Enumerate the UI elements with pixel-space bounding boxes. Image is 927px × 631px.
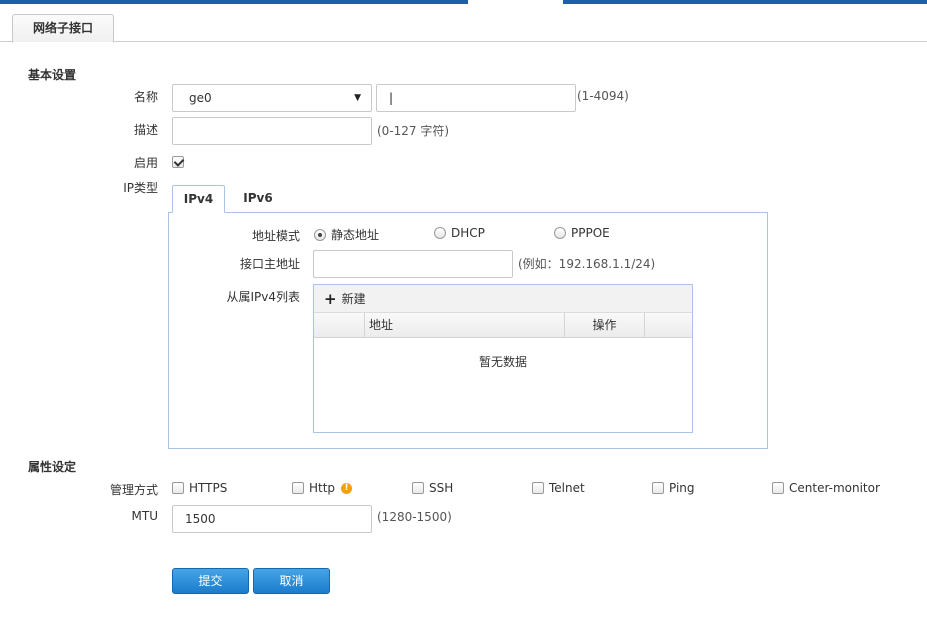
mgmt-center-monitor[interactable]: Center-monitor [772, 481, 880, 495]
attribute-settings-title: 属性设定 [28, 460, 77, 474]
vlan-id-input[interactable]: | [376, 84, 576, 112]
checkbox-icon [172, 482, 184, 494]
caret-down-icon: ▼ [354, 93, 361, 103]
radio-dhcp[interactable]: DHCP [434, 226, 485, 240]
submit-button[interactable]: 提交 [172, 568, 249, 594]
description-label: 描述 [133, 123, 158, 137]
vlan-id-value: | [389, 91, 394, 105]
mgmt-http[interactable]: Http! [292, 481, 353, 495]
mgmt-https[interactable]: HTTPS [172, 481, 227, 495]
cancel-button[interactable]: 取消 [253, 568, 330, 594]
mgmt-https-label: HTTPS [189, 481, 228, 495]
warning-icon[interactable]: ! [341, 482, 353, 494]
secondary-list-label: 从属IPv4列表 [226, 290, 300, 304]
mgmt-http-label: Http [309, 481, 336, 495]
radio-dhcp-label: DHCP [451, 226, 485, 240]
radio-icon [314, 228, 326, 241]
interface-select[interactable]: ge0 ▼ [172, 84, 372, 112]
mgmt-center-monitor-label: Center-monitor [789, 481, 880, 495]
mgmt-ssh[interactable]: SSH [412, 481, 453, 495]
management-label: 管理方式 [109, 483, 158, 497]
table-header: 地址 操作 [314, 313, 692, 338]
checkbox-icon [532, 482, 544, 494]
mtu-label: MTU [131, 509, 158, 523]
secondary-ipv4-table: + 新建 地址 操作 暂无数据 [313, 284, 693, 433]
main-address-hint: (例如：192.168.1.1/24) [518, 257, 656, 271]
checkbox-icon [652, 482, 664, 494]
new-button[interactable]: + 新建 [324, 290, 366, 308]
tab-subinterface[interactable]: 网络子接口 [12, 14, 114, 43]
ip-type-label: IP类型 [123, 181, 158, 195]
new-button-label: 新建 [341, 292, 366, 306]
description-hint: (0-127 字符) [377, 124, 450, 138]
checkbox-icon [292, 482, 304, 494]
radio-pppoe-label: PPPOE [571, 226, 610, 240]
description-input[interactable] [172, 117, 372, 145]
tab-ipv4[interactable]: IPv4 [172, 185, 225, 213]
address-column-header: 地址 [365, 313, 565, 337]
mgmt-ping[interactable]: Ping [652, 481, 695, 495]
action-column-header: 操作 [565, 313, 645, 337]
checkbox-icon [772, 482, 784, 494]
radio-static-label: 静态地址 [331, 228, 380, 242]
vlan-id-hint: (1-4094) [577, 89, 629, 103]
empty-data-text: 暂无数据 [478, 355, 527, 369]
enable-label: 启用 [133, 156, 158, 170]
mgmt-ping-label: Ping [669, 481, 695, 495]
main-address-label: 接口主地址 [239, 257, 300, 271]
table-toolbar: + 新建 [314, 285, 692, 313]
select-column-header [314, 313, 365, 337]
name-label: 名称 [133, 90, 158, 104]
main-address-input[interactable] [313, 250, 513, 278]
enable-checkbox[interactable] [172, 155, 184, 168]
plus-icon: + [324, 289, 337, 308]
mgmt-ssh-label: SSH [429, 481, 454, 495]
page-tab-strip: 网络子接口 [0, 0, 927, 43]
radio-icon [554, 227, 566, 239]
address-mode-label: 地址模式 [251, 229, 300, 243]
radio-static[interactable]: 静态地址 [314, 226, 379, 243]
mtu-input[interactable]: 1500 [172, 505, 372, 533]
interface-select-value: ge0 [189, 91, 212, 105]
checkbox-icon [412, 482, 424, 494]
radio-icon [434, 227, 446, 239]
mgmt-telnet-label: Telnet [549, 481, 585, 495]
mtu-hint: (1280-1500) [377, 510, 452, 524]
mgmt-telnet[interactable]: Telnet [532, 481, 585, 495]
basic-settings-title: 基本设置 [28, 68, 77, 82]
radio-pppoe[interactable]: PPPOE [554, 226, 610, 240]
tab-ipv6[interactable]: IPv6 [232, 185, 284, 213]
